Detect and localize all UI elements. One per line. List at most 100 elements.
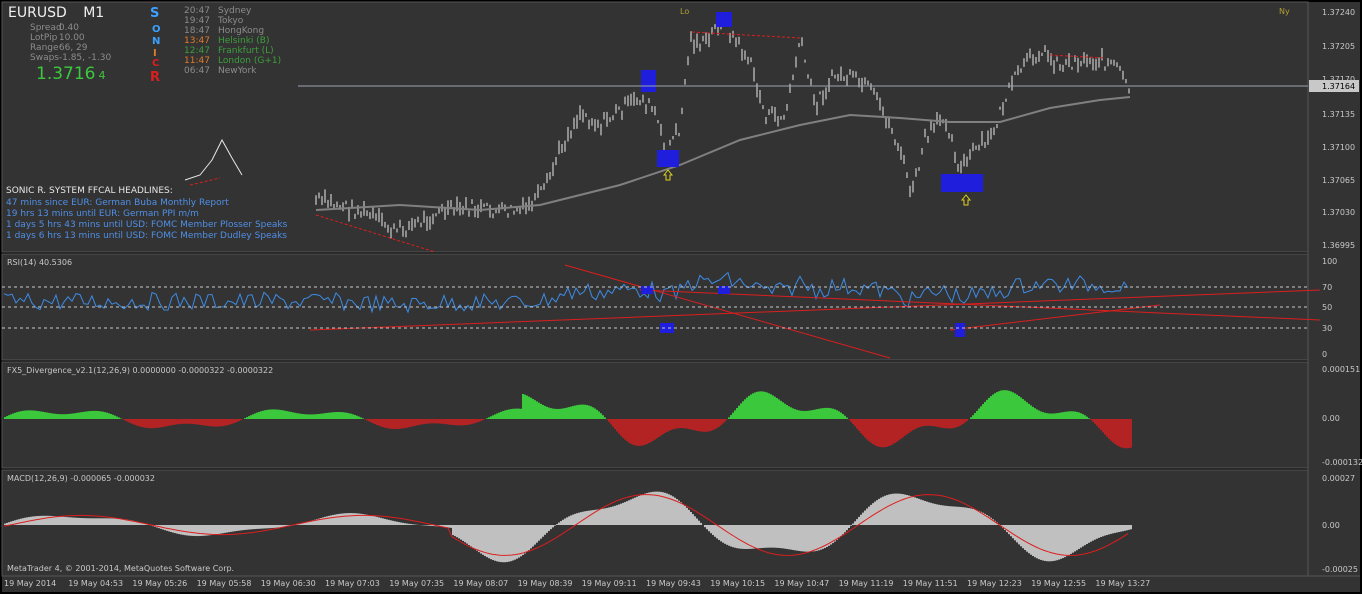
macd-histogram-bar xyxy=(616,505,618,525)
macd-histogram-bar xyxy=(58,516,60,525)
fx5-histogram-bar xyxy=(594,408,596,419)
fx5-histogram-bar xyxy=(408,419,410,428)
macd-histogram-bar xyxy=(1118,525,1120,533)
fx5-histogram-bar xyxy=(920,419,922,427)
bid-price-main: 1.3716 xyxy=(36,64,96,84)
fx5-histogram-bar xyxy=(262,410,264,419)
macd-histogram-bar xyxy=(112,518,114,525)
fx5-histogram-bar xyxy=(760,391,762,419)
macd-histogram-bar xyxy=(74,517,76,525)
fx5-histogram-bar xyxy=(686,419,688,429)
copyright-text: MetaTrader 4, © 2001-2014, MetaQuotes So… xyxy=(7,564,234,573)
macd-histogram-bar xyxy=(98,518,100,525)
macd-histogram-bar xyxy=(228,525,230,533)
fx5-histogram-bar xyxy=(658,419,660,437)
macd-histogram-bar xyxy=(430,525,432,526)
fx5-histogram-bar xyxy=(852,419,854,424)
fx5-histogram-bar xyxy=(504,410,506,419)
macd-histogram-bar xyxy=(184,525,186,536)
fx5-histogram-bar xyxy=(494,414,496,419)
fx5-histogram-bar xyxy=(1042,412,1044,419)
fx5-histogram-bar xyxy=(710,419,712,431)
macd-histogram-bar xyxy=(756,525,758,549)
macd-histogram-bar xyxy=(758,525,760,549)
macd-histogram-bar xyxy=(1028,525,1030,554)
macd-histogram-bar xyxy=(842,525,844,535)
macd-histogram-bar xyxy=(940,505,942,525)
headlines-title: SONIC R. SYSTEM FFCAL HEADLINES: xyxy=(6,186,173,196)
chart-canvas[interactable]: 1.37164 1.37240 1.37205 1.37170 1.37135 … xyxy=(0,0,1362,594)
fx5-histogram-bar xyxy=(162,419,164,427)
fx5-histogram-bar xyxy=(802,410,804,419)
metatrader-chart-window[interactable]: 1.37164 1.37240 1.37205 1.37170 1.37135 … xyxy=(0,0,1362,594)
macd-histogram-bar xyxy=(338,513,340,525)
fx5-histogram-bar xyxy=(506,409,508,419)
fx5-histogram-bar xyxy=(626,419,628,442)
fx5-histogram-bar xyxy=(46,412,48,419)
macd-histogram-bar xyxy=(1014,525,1016,541)
fx5-histogram-bar xyxy=(518,408,520,419)
fx5-histogram-bar xyxy=(726,419,728,420)
macd-histogram-bar xyxy=(1098,525,1100,538)
macd-histogram-bar xyxy=(226,525,228,533)
macd-histogram-bar xyxy=(196,525,198,537)
fx5-histogram-bar xyxy=(474,419,476,424)
macd-histogram-bar xyxy=(838,525,840,539)
fx5-histogram-bar xyxy=(542,404,544,419)
macd-histogram-bar xyxy=(918,498,920,525)
fx5-histogram-bar xyxy=(1010,391,1012,419)
macd-histogram-bar xyxy=(714,525,716,537)
fx5-histogram-bar xyxy=(996,392,998,419)
macd-histogram-bar xyxy=(908,495,910,525)
session-city: Tokyo xyxy=(218,16,244,26)
session-time: 12:47 xyxy=(184,46,210,56)
macd-histogram-bar xyxy=(708,525,710,532)
fx5-histogram-bar xyxy=(120,418,122,419)
time-tick: 19 May 12:23 xyxy=(967,579,1022,588)
macd-histogram-bar xyxy=(684,505,686,525)
macd-histogram-bar xyxy=(1024,525,1026,550)
macd-histogram-bar xyxy=(852,523,854,525)
fx5-histogram-bar xyxy=(238,419,240,422)
macd-histogram-bar xyxy=(344,513,346,525)
macd-histogram-bar xyxy=(552,525,554,528)
time-tick: 19 May 07:03 xyxy=(325,579,380,588)
fx5-histogram-bar xyxy=(1058,412,1060,419)
fx5-histogram-bar xyxy=(152,419,154,429)
macd-histogram-bar xyxy=(1062,525,1064,559)
fx5-histogram-bar xyxy=(838,411,840,419)
macd-histogram-bar xyxy=(508,525,510,562)
fx5-histogram-bar xyxy=(578,404,580,419)
fx5-histogram-bar xyxy=(190,419,192,424)
macd-histogram-bar xyxy=(1126,525,1128,531)
fx5-histogram-bar xyxy=(588,405,590,419)
macd-histogram-bar xyxy=(658,491,660,525)
macd-histogram-bar xyxy=(948,506,950,525)
fx5-histogram-bar xyxy=(572,406,574,419)
macd-histogram-bar xyxy=(836,525,838,540)
fx5-histogram-bar xyxy=(304,414,306,419)
fx5-histogram-bar xyxy=(322,413,324,419)
fx5-panel[interactable] xyxy=(1,361,1309,469)
fx5-histogram-bar xyxy=(76,412,78,419)
macd-histogram-bar xyxy=(900,493,902,525)
macd-histogram-bar xyxy=(964,507,966,525)
fx5-histogram-bar xyxy=(998,391,1000,419)
fx5-histogram-bar xyxy=(126,419,128,422)
fx5-histogram-bar xyxy=(552,408,554,419)
macd-histogram-bar xyxy=(34,516,36,525)
fx5-histogram-bar xyxy=(900,419,902,439)
fx5-histogram-bar xyxy=(620,419,622,436)
fx5-histogram-bar xyxy=(1100,419,1102,431)
fx5-histogram-bar xyxy=(918,419,920,428)
fx5-histogram-bar xyxy=(818,408,820,419)
macd-histogram-bar xyxy=(42,515,44,525)
time-tick: 19 May 09:11 xyxy=(581,579,637,588)
fx5-histogram-bar xyxy=(866,419,868,440)
fx5-histogram-bar xyxy=(378,419,380,426)
macd-histogram-bar xyxy=(78,517,80,525)
fx5-histogram-bar xyxy=(896,419,898,442)
fx5-histogram-bar xyxy=(432,419,434,424)
fx5-histogram-bar xyxy=(410,419,412,427)
macd-histogram-bar xyxy=(396,521,398,525)
